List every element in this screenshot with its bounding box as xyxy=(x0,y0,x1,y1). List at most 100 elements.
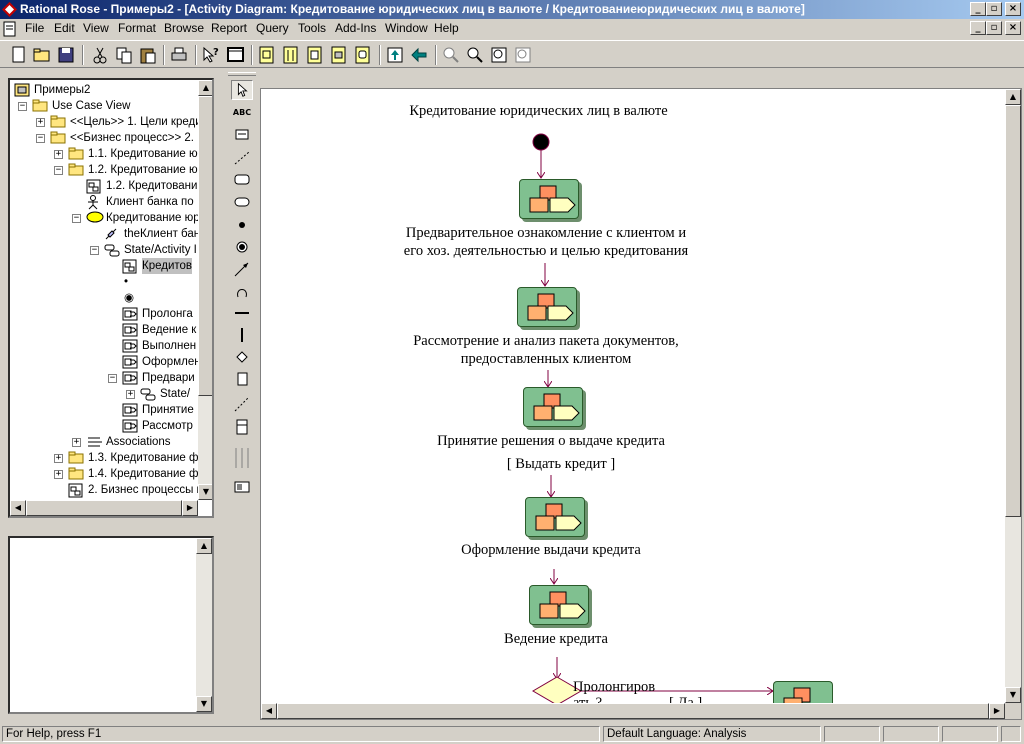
browse-tool-icon[interactable] xyxy=(231,477,253,497)
menu-window[interactable]: Window xyxy=(385,21,428,35)
document-icon[interactable] xyxy=(2,21,18,37)
tree-item[interactable]: +1.1. Кредитование юр xyxy=(10,146,204,162)
context-help-icon[interactable]: ? xyxy=(201,45,221,65)
browse-parent-icon[interactable] xyxy=(385,45,405,65)
menu-tools[interactable]: Tools xyxy=(298,21,326,35)
start-state[interactable] xyxy=(532,133,550,151)
browser-hscrollbar[interactable]: ◀ ▶ xyxy=(10,500,198,516)
tree-item[interactable]: Рассмотр xyxy=(10,418,198,434)
state-diagram-icon[interactable] xyxy=(353,45,373,65)
end-state-tool-icon[interactable] xyxy=(231,237,253,257)
zoom-in-icon[interactable] xyxy=(441,45,461,65)
tree-item[interactable]: 2. Бизнес процессы и xyxy=(10,482,203,498)
canvas-scroll-left-button[interactable]: ◀ xyxy=(261,703,277,719)
tree-item[interactable]: + State/ xyxy=(10,386,198,402)
activity-tool-icon[interactable] xyxy=(231,192,253,212)
canvas-scroll-right-button[interactable]: ▶ xyxy=(989,703,1005,719)
object-flow-tool-icon[interactable] xyxy=(231,394,253,414)
menu-format[interactable]: Format xyxy=(118,21,156,35)
state-tool-icon[interactable] xyxy=(231,170,253,190)
restore-button[interactable]: ▫ xyxy=(986,2,1002,16)
minimize-button[interactable]: _ xyxy=(970,2,986,16)
canvas-scroll-down-button[interactable]: ▼ xyxy=(1005,687,1021,703)
activity-icon[interactable] xyxy=(519,179,579,219)
swimlane-tool-icon[interactable] xyxy=(231,417,253,437)
tree-item[interactable]: Ведение к xyxy=(10,322,198,338)
tree-item[interactable]: Кредитов xyxy=(10,258,198,274)
close-button[interactable]: × xyxy=(1005,2,1021,16)
doc-scroll-down-button[interactable]: ▼ xyxy=(196,696,212,712)
tree-item[interactable]: +1.3. Кредитование фи xyxy=(10,450,205,466)
tree-item[interactable]: − Предвари xyxy=(10,370,198,386)
anchor-note-tool-icon[interactable] xyxy=(231,148,253,168)
canvas-scroll-thumb[interactable] xyxy=(1005,105,1021,517)
mdi-minimize-button[interactable]: _ xyxy=(970,21,986,35)
tree-item[interactable]: Принятие xyxy=(10,402,198,418)
expand-icon[interactable]: + xyxy=(54,150,63,159)
scroll-down-button[interactable]: ▼ xyxy=(198,484,212,500)
paste-icon[interactable] xyxy=(138,45,158,65)
view-documentation-icon[interactable] xyxy=(226,45,246,65)
hscroll-thumb[interactable] xyxy=(26,500,182,516)
expand-icon[interactable]: + xyxy=(54,454,63,463)
class-diagram-icon[interactable] xyxy=(257,45,277,65)
diagram-canvas[interactable]: Кредитование юридических лиц в валюте Пр… xyxy=(260,88,1022,720)
note-tool-icon[interactable] xyxy=(231,125,253,145)
vertical-sync-tool-icon[interactable] xyxy=(231,325,253,345)
deployment-diagram-icon[interactable] xyxy=(329,45,349,65)
expand-icon[interactable]: + xyxy=(54,470,63,479)
documentation-pane[interactable]: ▲ ▼ xyxy=(8,536,214,714)
print-icon[interactable] xyxy=(169,45,189,65)
menu-help[interactable]: Help xyxy=(434,21,459,35)
decision-tool-icon[interactable] xyxy=(231,347,253,367)
pointer-tool-icon[interactable] xyxy=(231,80,253,100)
scroll-left-button[interactable]: ◀ xyxy=(10,500,26,516)
scroll-up-button[interactable]: ▲ xyxy=(198,80,212,96)
tree-item[interactable]: Пролонга xyxy=(10,306,198,322)
doc-vscrollbar[interactable]: ▲ ▼ xyxy=(196,538,212,712)
canvas-scroll-up-button[interactable]: ▲ xyxy=(1005,89,1021,105)
undo-fit-icon[interactable] xyxy=(513,45,533,65)
menu-edit[interactable]: Edit xyxy=(54,21,75,35)
tree-item[interactable]: Клиент банка по xyxy=(10,194,198,210)
new-icon[interactable] xyxy=(9,45,29,65)
copy-icon[interactable] xyxy=(114,45,134,65)
tree-item[interactable]: Выполнен xyxy=(10,338,198,354)
activity-icon[interactable] xyxy=(523,387,583,427)
tree-item[interactable]: − Use Case View xyxy=(10,98,198,114)
menu-query[interactable]: Query xyxy=(256,21,289,35)
menu-view[interactable]: View xyxy=(83,21,109,35)
browser-vscrollbar[interactable]: ▲ ▼ xyxy=(198,80,212,500)
model-browser[interactable]: Примеры2− Use Case View + <<Цель>> 1. Цели … xyxy=(8,78,214,518)
tree-item[interactable]: + Associations xyxy=(10,434,198,450)
browse-previous-icon[interactable] xyxy=(409,45,429,65)
collapse-icon[interactable]: − xyxy=(108,374,117,383)
collapse-icon[interactable]: − xyxy=(36,134,45,143)
menu-report[interactable]: Report xyxy=(211,21,247,35)
mdi-restore-button[interactable]: ▫ xyxy=(986,21,1002,35)
expand-icon[interactable]: + xyxy=(36,118,45,127)
canvas-hscrollbar[interactable]: ◀ ▶ xyxy=(261,703,1005,719)
object-tool-icon[interactable] xyxy=(231,369,253,389)
canvas-hscroll-thumb[interactable] xyxy=(277,703,989,719)
tree-item[interactable]: − State/Activity I xyxy=(10,242,198,258)
text-tool[interactable]: ABC xyxy=(231,103,253,123)
tree-item[interactable]: theКлиент бан xyxy=(10,226,200,242)
menu-browse[interactable]: Browse xyxy=(164,21,204,35)
scroll-thumb[interactable] xyxy=(198,96,212,396)
collapse-icon[interactable]: − xyxy=(18,102,27,111)
open-icon[interactable] xyxy=(32,45,52,65)
save-icon[interactable] xyxy=(56,45,76,65)
collapse-icon[interactable]: − xyxy=(90,246,99,255)
tree-item[interactable]: + <<Цель>> 1. Цели кредиг xyxy=(10,114,206,130)
tree-item[interactable]: +1.4. Кредитование фи xyxy=(10,466,205,482)
menu-file[interactable]: File xyxy=(25,21,44,35)
tree-item[interactable]: • xyxy=(10,274,198,290)
expand-icon[interactable]: + xyxy=(126,390,135,399)
collapse-icon[interactable]: − xyxy=(72,214,81,223)
activity-icon[interactable] xyxy=(525,497,585,537)
menu-add-ins[interactable]: Add-Ins xyxy=(335,21,376,35)
component-diagram-icon[interactable] xyxy=(305,45,325,65)
horizontal-sync-tool-icon[interactable] xyxy=(231,303,253,323)
activity-icon[interactable] xyxy=(517,287,577,327)
